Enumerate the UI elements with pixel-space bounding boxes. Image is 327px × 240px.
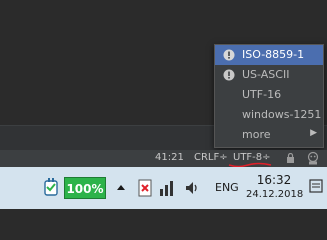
menu-item-us-ascii[interactable]: US-ASCII: [215, 65, 323, 85]
menu-item-label: windows-1251: [242, 108, 322, 121]
menu-item-more[interactable]: more ▶: [215, 125, 323, 145]
battery-percentage[interactable]: 100%: [64, 177, 106, 199]
line-separator-widget[interactable]: CRLF÷: [194, 152, 228, 163]
chevron-up-icon[interactable]: [116, 183, 126, 191]
status-bar: 41:21 CRLF÷ UTF-8÷: [0, 150, 327, 167]
speaker-icon[interactable]: [184, 180, 200, 196]
lock-icon[interactable]: [286, 153, 295, 163]
menu-item-utf-16[interactable]: UTF-16: [215, 85, 323, 105]
notification-icon[interactable]: [309, 178, 323, 196]
caret-position[interactable]: 41:21: [155, 152, 184, 163]
menu-item-label: UTF-16: [242, 88, 282, 101]
warning-icon: [223, 69, 235, 81]
input-language[interactable]: ENG: [215, 181, 239, 194]
clock-time[interactable]: 16:32: [246, 173, 302, 187]
menu-item-windows-1251[interactable]: windows-1251: [215, 105, 323, 125]
menu-item-label: US-ASCII: [242, 68, 290, 81]
menu-item-label: more: [242, 128, 271, 141]
menu-item-iso-8859-1[interactable]: ISO-8859-1: [215, 45, 323, 65]
signal-icon[interactable]: [159, 179, 175, 197]
encoding-popup-menu: ISO-8859-1 US-ASCII UTF-16 windows-1251 …: [214, 44, 324, 148]
taskbar: 100% ENG 16:32 24.12.2018: [0, 167, 327, 209]
network-icon[interactable]: [138, 179, 152, 197]
power-plug-icon[interactable]: [42, 177, 62, 199]
menu-item-label: ISO-8859-1: [242, 48, 305, 61]
warning-icon: [223, 49, 235, 61]
submenu-arrow-icon: ▶: [310, 128, 317, 138]
clock-date[interactable]: 24.12.2018: [246, 189, 303, 200]
hector-inspector-icon[interactable]: [306, 151, 320, 165]
